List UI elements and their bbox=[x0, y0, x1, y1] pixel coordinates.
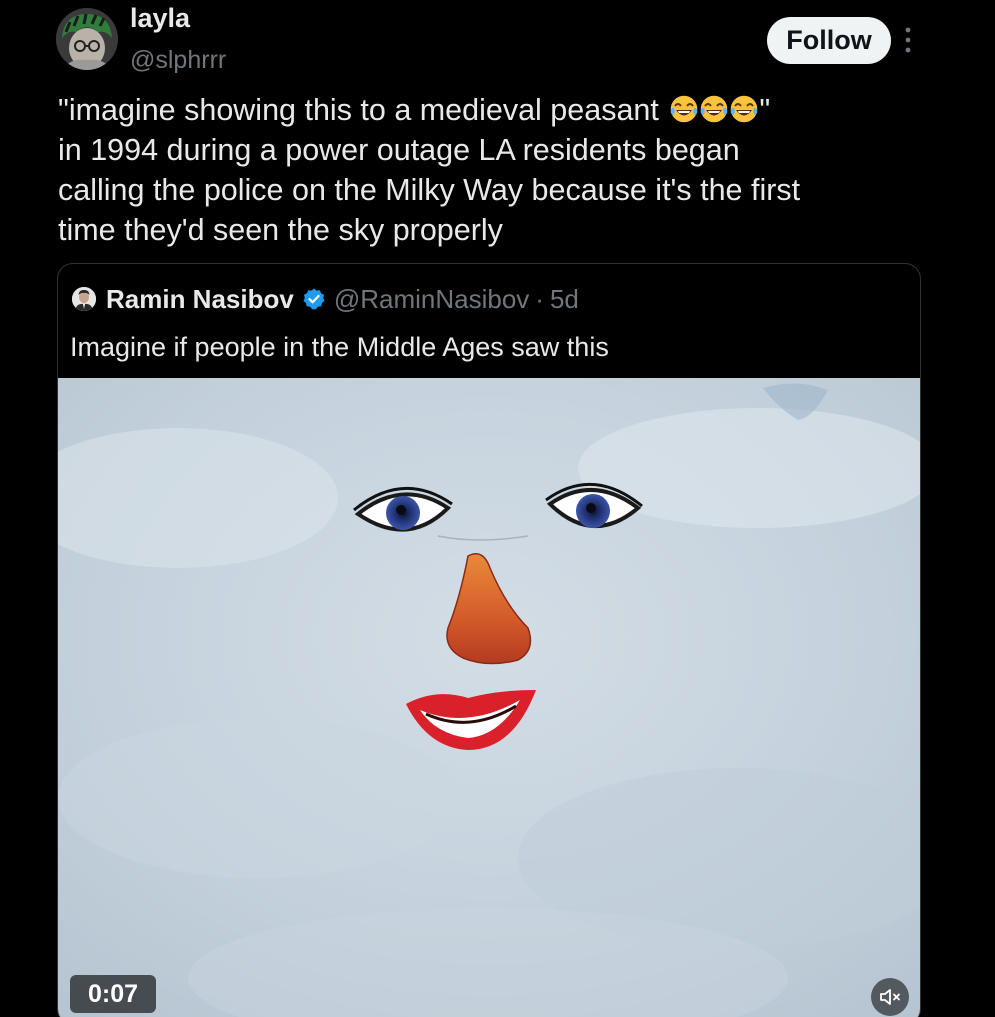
tears-of-joy-emoji-icon bbox=[669, 94, 700, 124]
post-text: "imagine showing this to a medieval peas… bbox=[58, 90, 948, 250]
author-name[interactable]: layla bbox=[130, 3, 190, 34]
quote-header: Ramin Nasibov @RaminNasibov · 5d bbox=[72, 282, 579, 316]
post-text-line-4: time they'd seen the sky properly bbox=[58, 213, 503, 247]
quoted-tweet[interactable]: Ramin Nasibov @RaminNasibov · 5d Imagine… bbox=[57, 263, 921, 1017]
author-avatar[interactable] bbox=[56, 8, 118, 70]
tears-of-joy-emoji-icon bbox=[699, 94, 730, 124]
video-duration-badge: 0:07 bbox=[70, 975, 156, 1013]
more-vertical-icon[interactable] bbox=[898, 22, 918, 58]
video-player[interactable]: 0:07 bbox=[58, 378, 920, 1017]
speaker-muted-icon[interactable] bbox=[871, 978, 909, 1016]
tweet: layla @slphrrr Follow "imagine showing t… bbox=[0, 0, 995, 1017]
follow-button[interactable]: Follow bbox=[767, 17, 891, 64]
quote-author-avatar[interactable] bbox=[72, 287, 96, 311]
quote-author-handle[interactable]: @RaminNasibov bbox=[334, 284, 529, 315]
quote-timestamp[interactable]: 5d bbox=[550, 284, 579, 315]
verified-badge-icon bbox=[302, 287, 326, 311]
tears-of-joy-emoji-icon bbox=[729, 94, 760, 124]
author-handle[interactable]: @slphrrr bbox=[130, 46, 226, 75]
post-text-line-3: calling the police on the Milky Way beca… bbox=[58, 173, 801, 207]
post-text-line-1: "imagine showing this to a medieval peas… bbox=[58, 93, 771, 127]
quote-text: Imagine if people in the Middle Ages saw… bbox=[70, 332, 609, 362]
post-text-line-2: in 1994 during a power outage LA residen… bbox=[58, 133, 740, 167]
video-frame bbox=[58, 378, 920, 1017]
separator-dot: · bbox=[535, 283, 544, 314]
quote-author-name[interactable]: Ramin Nasibov bbox=[106, 284, 294, 315]
laughing-emoji-group bbox=[668, 93, 760, 125]
